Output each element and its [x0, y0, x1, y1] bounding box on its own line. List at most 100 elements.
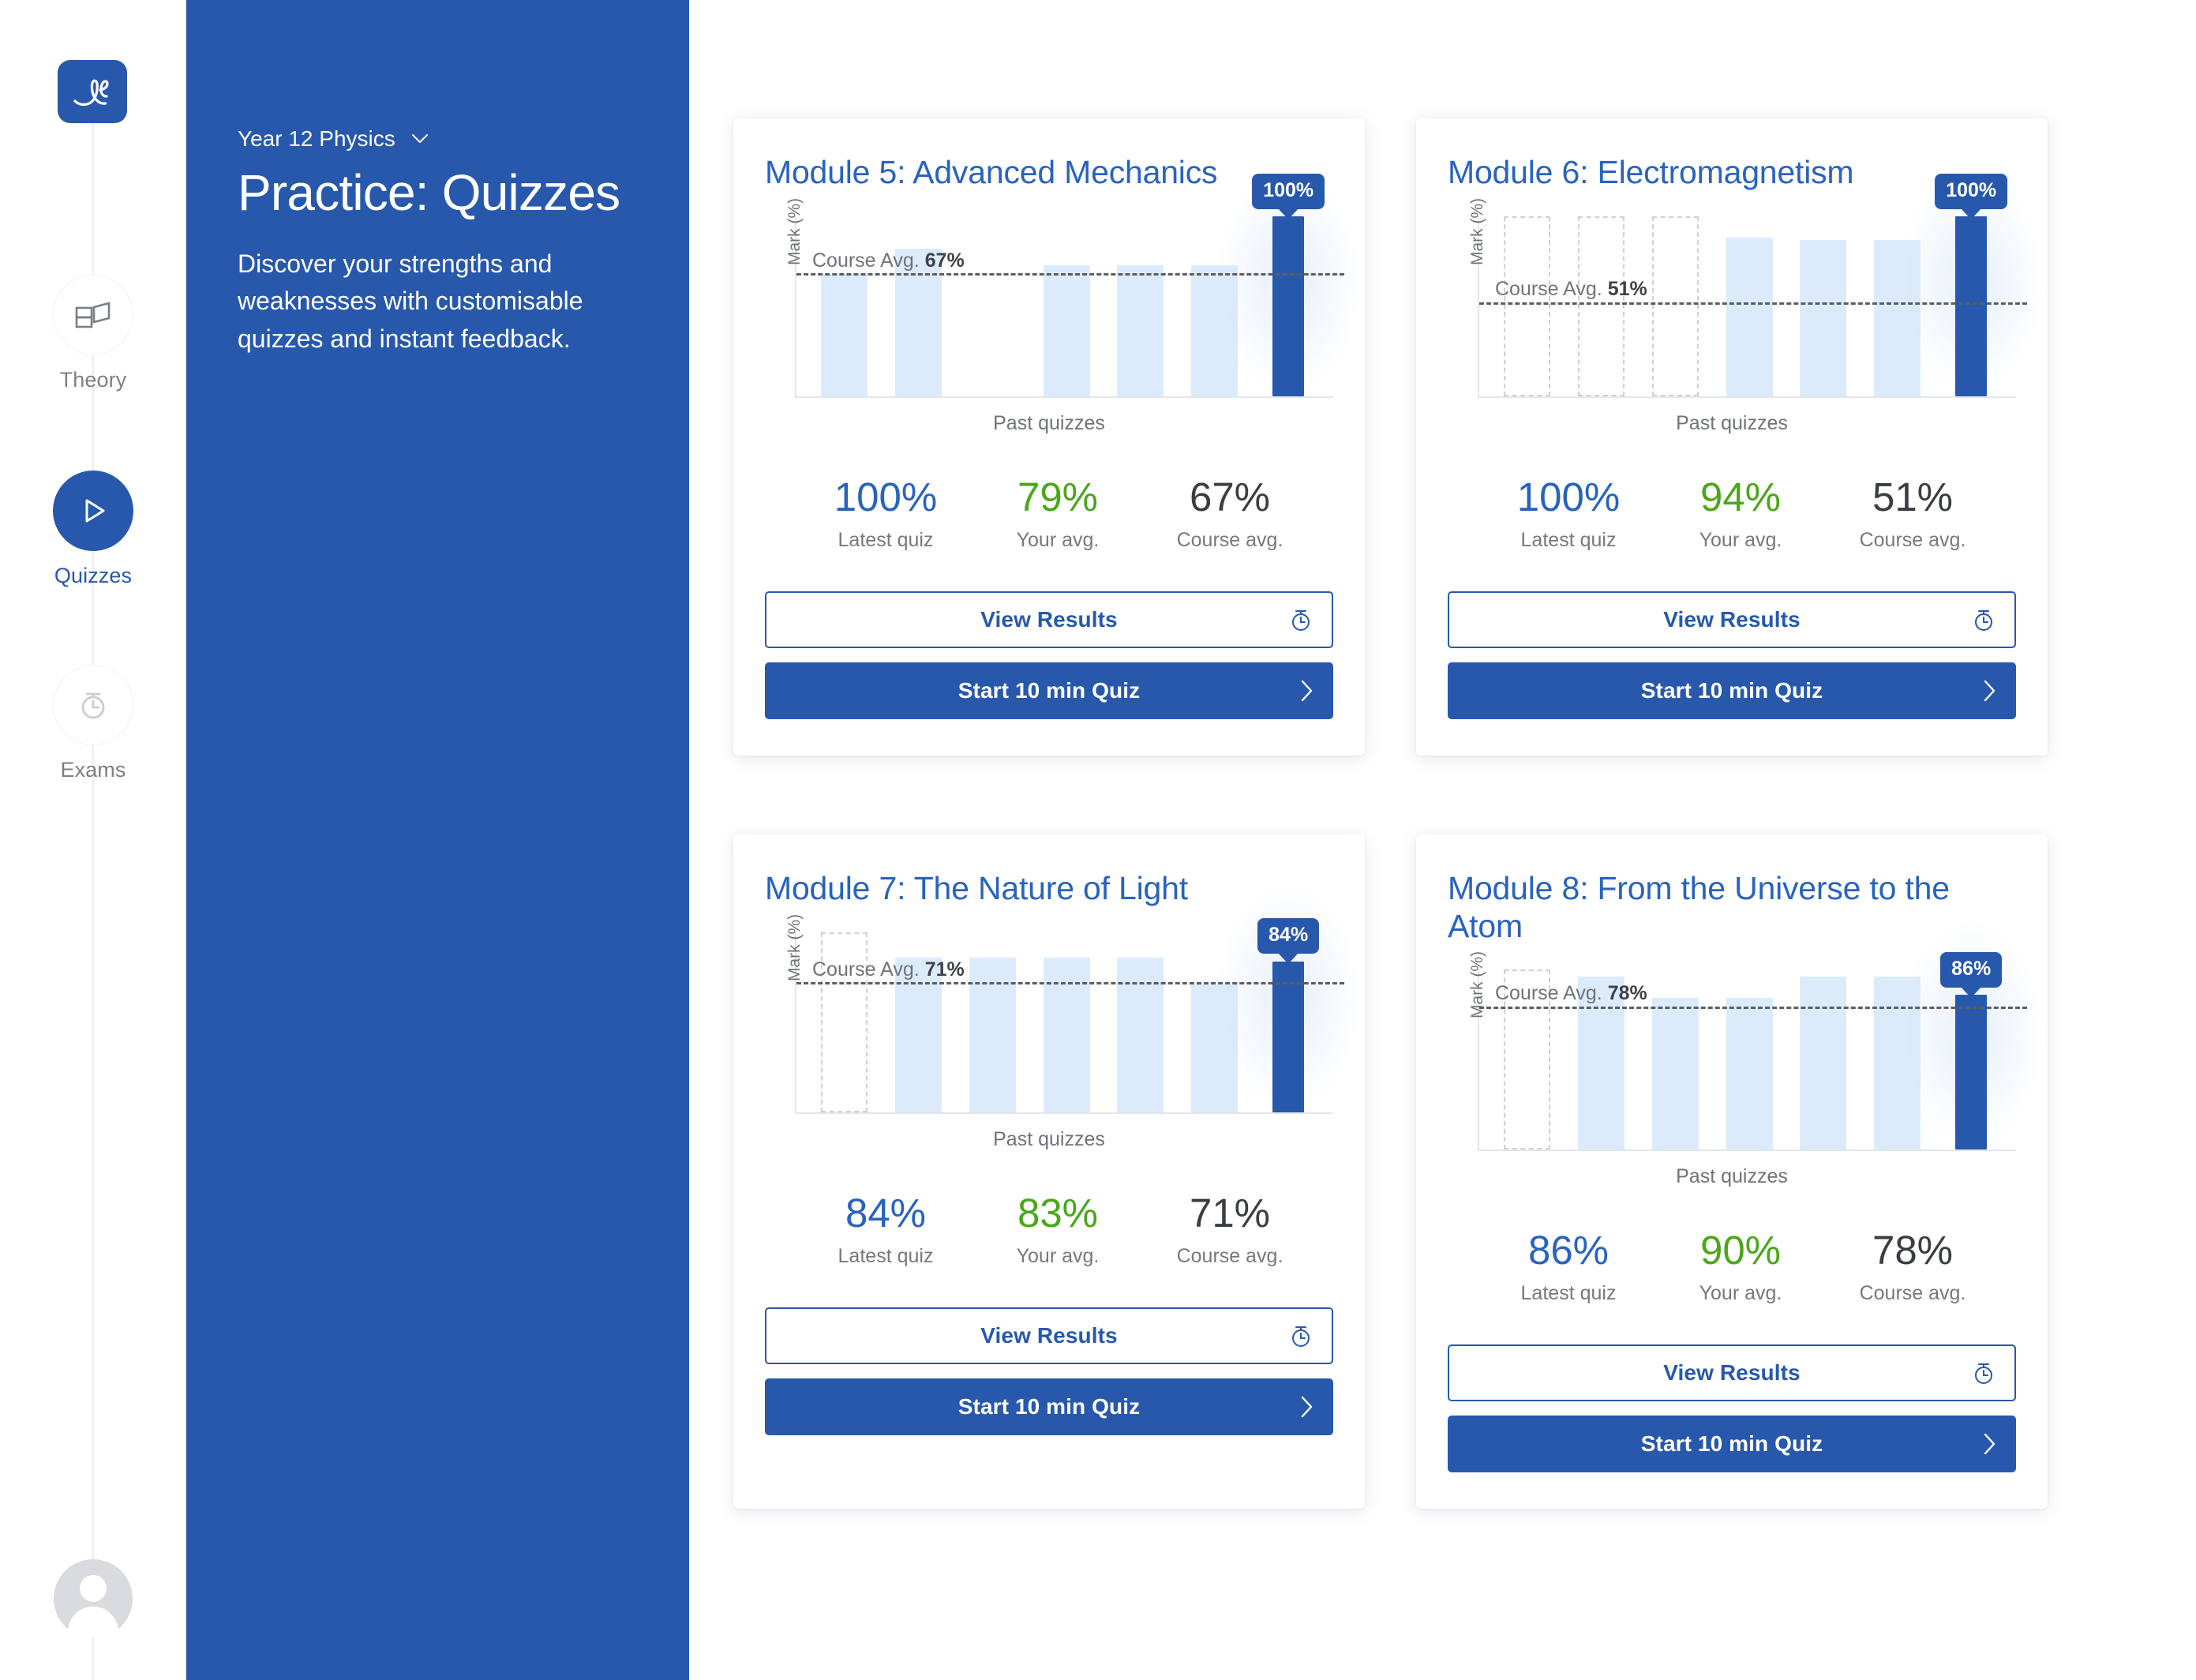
stat-course-average: 78% Course avg. — [1827, 1228, 1999, 1305]
stat-course-caption: Course avg. — [1176, 1245, 1283, 1268]
chart-bar — [1043, 958, 1090, 1113]
stopwatch-icon — [1289, 1323, 1313, 1348]
stopwatch-icon — [1972, 1360, 1996, 1386]
stat-course-caption: Course avg. — [1859, 529, 1966, 552]
stat-latest-caption: Latest quiz — [1520, 1281, 1617, 1304]
stat-latest-quiz: 100% Latest quiz — [800, 474, 972, 552]
sidebar-item-theory-circle — [53, 275, 133, 355]
module-card: Module 8: From the Universe to the Atom … — [1416, 834, 2048, 1509]
view-results-label: View Results — [1663, 607, 1801, 632]
start-quiz-button[interactable]: Start 10 min Quiz — [1448, 1415, 2016, 1472]
module-stats: 84% Latest quiz 83% Your avg. 71% Course… — [765, 1191, 1333, 1268]
quiz-history-chart: Mark (%) 86% Course Avg. 78% Past quizze… — [1448, 915, 2047, 1198]
avatar[interactable] — [54, 1559, 133, 1638]
start-quiz-button[interactable]: Start 10 min Quiz — [765, 1378, 1333, 1436]
stat-your-value: 90% — [1699, 1227, 1782, 1273]
hero-panel: Year 12 Physics Practice: Quizzes Discov… — [186, 0, 689, 1680]
chart-bar-slot — [1178, 932, 1252, 1113]
stat-your-average: 90% Your avg. — [1654, 1228, 1827, 1305]
module-card: Module 6: Electromagnetism Mark (%) 100%… — [1416, 118, 2048, 756]
left-nav-rail: Theory Quizzes Exams — [0, 0, 186, 1680]
view-results-button[interactable]: View Results — [765, 1307, 1333, 1365]
page-description: Discover your strengths and weaknesses w… — [238, 249, 583, 353]
chart-bar-slot-current: 100% — [1896, 163, 2047, 399]
sidebar-item-quizzes-circle — [53, 471, 133, 551]
chart-bar — [1651, 998, 1699, 1149]
chart-x-axis-label: Past quizzes — [1676, 412, 1788, 434]
chart-bar-slot — [1104, 932, 1178, 1113]
module-card-title: Module 5: Advanced Mechanics — [765, 154, 1218, 190]
chart-current-badge: 100% — [1252, 173, 1325, 209]
play-icon — [85, 499, 105, 523]
start-quiz-button[interactable]: Start 10 min Quiz — [1448, 662, 2016, 720]
module-card-grid: Module 5: Advanced Mechanics Mark (%) 10… — [733, 118, 2048, 1509]
course-selector[interactable]: Year 12 Physics — [238, 126, 689, 152]
chart-bar-current — [1955, 994, 1987, 1149]
chart-bar-placeholder — [1651, 216, 1699, 396]
stat-latest-caption: Latest quiz — [838, 529, 934, 552]
chart-bar — [1800, 976, 1847, 1149]
app-logo[interactable] — [58, 60, 127, 123]
start-quiz-button[interactable]: Start 10 min Quiz — [765, 662, 1333, 720]
app-root: Theory Quizzes Exams Year 12 Physics Pra… — [0, 0, 2196, 1680]
chart-bar-slot — [1178, 216, 1252, 396]
stat-course-average: 71% Course avg. — [1144, 1191, 1316, 1268]
module-card-title: Module 7: The Nature of Light — [765, 870, 1188, 907]
sidebar-item-exams-label: Exams — [60, 758, 126, 782]
chart-bar — [969, 958, 1016, 1113]
stat-latest-quiz: 86% Latest quiz — [1482, 1228, 1654, 1305]
module-stats: 100% Latest quiz 79% Your avg. 67% Cours… — [765, 474, 1333, 552]
chart-bar-slot — [955, 932, 1029, 1113]
chart-bar-slot-current: 84% — [1213, 879, 1364, 1116]
sidebar-item-quizzes[interactable]: Quizzes — [0, 471, 186, 588]
sidebar-item-exams[interactable]: Exams — [0, 665, 186, 782]
chart-bar-slot — [1786, 216, 1861, 396]
chart-bar-slot — [1638, 969, 1712, 1149]
stat-course-average: 51% Course avg. — [1827, 474, 1999, 552]
stat-course-value: 71% — [1189, 1191, 1271, 1236]
chart-bar — [821, 273, 868, 396]
stopwatch-icon — [1972, 607, 1996, 632]
chart-current-badge: 100% — [1935, 173, 2008, 209]
chart-bar — [1190, 264, 1238, 396]
sidebar-item-theory[interactable]: Theory — [0, 275, 186, 392]
start-quiz-label: Start 10 min Quiz — [1640, 1431, 1823, 1456]
chart-course-average-label: Course Avg. 67% — [812, 249, 965, 272]
stat-latest-caption: Latest quiz — [838, 1245, 934, 1268]
chart-bar-slot — [1029, 932, 1104, 1113]
stat-your-value: 94% — [1699, 474, 1782, 519]
module-actions: View Results Start 10 min Quiz — [1448, 1344, 2016, 1472]
module-card: Module 7: The Nature of Light Mark (%) 8… — [733, 834, 1365, 1509]
stat-latest-value: 86% — [1527, 1227, 1610, 1273]
logo-mark-icon — [73, 79, 109, 107]
chart-bar — [1726, 998, 1773, 1149]
chart-course-average-label: Course Avg. 51% — [1495, 278, 1647, 301]
chevron-right-icon — [1300, 1395, 1314, 1419]
chart-current-badge: 86% — [1940, 951, 2003, 988]
page-title: Practice: Quizzes — [238, 164, 620, 221]
chart-bar — [1117, 958, 1164, 1113]
course-avg-prefix: Course Avg. — [1495, 982, 1602, 1005]
view-results-button[interactable]: View Results — [765, 591, 1333, 649]
chart-course-average-label: Course Avg. 78% — [1495, 982, 1647, 1005]
course-avg-value: 51% — [1607, 278, 1647, 301]
chart-course-average-label: Course Avg. 71% — [812, 958, 965, 981]
module-card: Module 5: Advanced Mechanics Mark (%) 10… — [733, 118, 1365, 756]
chevron-right-icon — [1983, 1432, 1997, 1456]
stat-latest-value: 100% — [1516, 474, 1621, 519]
avatar-head-icon — [80, 1575, 107, 1602]
view-results-button[interactable]: View Results — [1448, 1344, 2016, 1401]
stat-course-value: 51% — [1872, 474, 1954, 519]
chart-x-axis-label: Past quizzes — [993, 412, 1105, 434]
stopwatch-icon — [1289, 607, 1313, 632]
stat-latest-value: 100% — [834, 474, 938, 519]
chart-bar — [1117, 264, 1164, 396]
chevron-right-icon — [1300, 679, 1314, 703]
view-results-button[interactable]: View Results — [1448, 591, 2016, 649]
course-avg-prefix: Course Avg. — [812, 958, 920, 981]
stat-latest-value: 84% — [845, 1191, 927, 1236]
chart-bar-slot — [955, 216, 1029, 396]
chart-bars: 100% — [796, 163, 1364, 399]
module-actions: View Results Start 10 min Quiz — [765, 591, 1333, 720]
chart-plot-area: Mark (%) 100% — [785, 163, 1364, 399]
